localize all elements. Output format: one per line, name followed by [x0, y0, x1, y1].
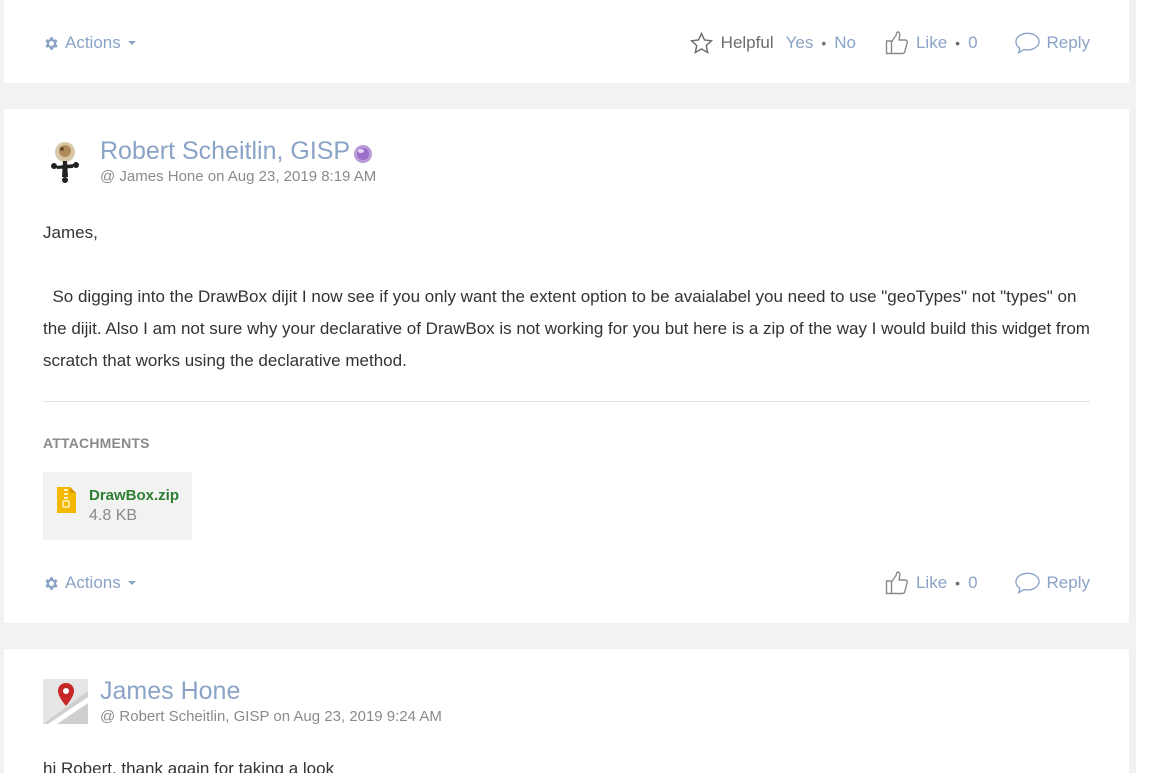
thumbs-up-icon — [885, 31, 908, 55]
thumbs-up-icon — [885, 571, 908, 595]
post-body: hi Robert, thank again for taking a look — [43, 759, 335, 773]
separator-dot: • — [821, 35, 827, 51]
reply-label: Reply — [1046, 573, 1090, 592]
author-info: Robert Scheitlin, GISP @ James Hone on A… — [100, 136, 376, 185]
post-meta: @ Robert Scheitlin, GISP on Aug 23, 2019… — [100, 708, 442, 725]
separator-dot: • — [955, 35, 961, 51]
reply-button[interactable]: Reply — [1014, 571, 1090, 595]
reply-label: Reply — [1046, 33, 1090, 52]
post-footer: Actions Helpful Yes • No Like • 0 Reply — [43, 28, 1090, 58]
actions-label: Actions — [65, 573, 121, 592]
attachment-size: 4.8 KB — [89, 507, 138, 524]
like-label: Like — [915, 573, 948, 592]
gear-icon — [45, 576, 58, 590]
post-header: James Hone @ Robert Scheitlin, GISP on A… — [43, 676, 442, 725]
like-count: 0 — [968, 573, 978, 592]
avatar[interactable] — [43, 139, 88, 184]
speech-bubble-icon — [1014, 32, 1040, 55]
gear-icon — [45, 36, 58, 50]
caret-down-icon — [127, 41, 136, 45]
page-scroll-strip — [1136, 0, 1151, 773]
attachment-name[interactable]: DrawBox.zip — [89, 487, 179, 504]
divider — [43, 401, 1090, 402]
separator-dot: • — [955, 575, 961, 591]
reply-button[interactable]: Reply — [1014, 31, 1090, 55]
post-greeting: James, — [43, 223, 98, 242]
helpful-group: Helpful Yes • No — [689, 31, 856, 56]
like-button[interactable]: Like • 0 — [884, 30, 978, 56]
attachments-title: ATTACHMENTS — [43, 435, 150, 451]
author-name-link[interactable]: James Hone — [100, 676, 442, 706]
rank-badge-icon — [354, 145, 373, 163]
post-header: Robert Scheitlin, GISP @ James Hone on A… — [43, 136, 376, 185]
helpful-label: Helpful — [720, 33, 774, 52]
zip-file-icon — [57, 487, 76, 513]
post-card-reply: Robert Scheitlin, GISP @ James Hone on A… — [4, 109, 1129, 623]
post-footer: Actions Like • 0 Reply — [43, 568, 1090, 598]
post-body: So digging into the DrawBox dijit I now … — [43, 287, 1095, 370]
actions-menu[interactable]: Actions — [43, 573, 136, 593]
attachment-info: DrawBox.zip 4.8 KB — [89, 487, 179, 525]
author-info: James Hone @ Robert Scheitlin, GISP on A… — [100, 676, 442, 725]
helpful-yes-link[interactable]: Yes — [786, 33, 814, 53]
caret-down-icon — [127, 581, 136, 585]
speech-bubble-icon — [1014, 572, 1040, 595]
author-name: James Hone — [100, 677, 241, 705]
author-name: Robert Scheitlin, GISP — [100, 137, 351, 165]
post-meta: @ James Hone on Aug 23, 2019 8:19 AM — [100, 168, 377, 185]
post-card-next: James Hone @ Robert Scheitlin, GISP on A… — [4, 649, 1129, 773]
post-card-previous: Actions Helpful Yes • No Like • 0 Reply — [4, 0, 1129, 83]
star-icon[interactable] — [689, 31, 714, 56]
attachment-item[interactable]: DrawBox.zip 4.8 KB — [43, 472, 192, 540]
actions-menu[interactable]: Actions — [43, 33, 136, 53]
like-button[interactable]: Like • 0 — [884, 570, 978, 596]
actions-label: Actions — [65, 33, 121, 52]
like-count: 0 — [968, 33, 978, 52]
helpful-no-link[interactable]: No — [834, 33, 856, 53]
like-label: Like — [915, 33, 948, 52]
author-name-link[interactable]: Robert Scheitlin, GISP — [100, 136, 376, 166]
avatar[interactable] — [43, 679, 88, 724]
